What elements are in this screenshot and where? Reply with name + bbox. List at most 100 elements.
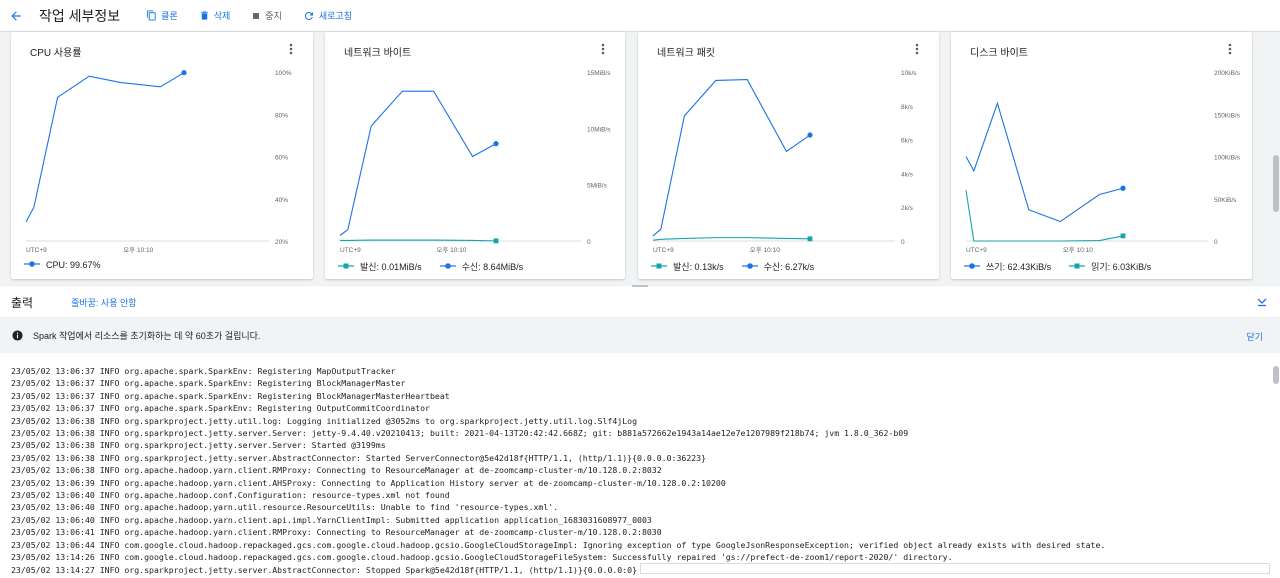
refresh-icon bbox=[304, 11, 313, 20]
charts-scrollbar[interactable] bbox=[1273, 155, 1279, 212]
x-tick-label: 오후 10:10 bbox=[1063, 246, 1093, 254]
chart-legend: 발신: 0.13k/s 수신: 6.27k/s bbox=[651, 260, 832, 273]
series-end-marker bbox=[807, 132, 813, 138]
log-line: 23/05/02 13:06:38 INFO org.sparkproject.… bbox=[11, 440, 386, 451]
series-end-marker bbox=[493, 238, 499, 244]
legend-item: CPU: 99.67% bbox=[24, 260, 101, 270]
job-details-toolbar: 작업 세부정보 클론 삭제 중지 새로고침 bbox=[0, 0, 1280, 32]
back-button[interactable] bbox=[2, 2, 30, 30]
log-line: 23/05/02 13:06:38 INFO org.sparkproject.… bbox=[11, 452, 707, 463]
log-line: 23/05/02 13:06:40 INFO org.apache.hadoop… bbox=[11, 502, 559, 513]
monitoring-charts: CPU 사용률 100% 80% 60% 40% 20% UTC+9 오후 10:10 CP… bbox=[0, 32, 1280, 286]
info-banner: Spark 작업에서 리소스를 초기화하는 데 약 60초가 걸립니다. 닫기 bbox=[0, 317, 1280, 353]
series-line-쓰기 bbox=[965, 101, 1124, 223]
legend-swatch bbox=[651, 262, 667, 272]
stop-button[interactable]: 중지 bbox=[251, 9, 282, 22]
log-line: 23/05/02 13:06:37 INFO org.apache.spark.… bbox=[11, 378, 406, 389]
y-tick-label: 100KiB/s bbox=[1214, 155, 1241, 162]
y-tick-label: 50KiB/s bbox=[1214, 197, 1237, 204]
log-line: 23/05/02 13:06:40 INFO org.apache.hadoop… bbox=[11, 514, 652, 525]
delete-button[interactable]: 삭제 bbox=[199, 9, 230, 22]
chart-legend: CPU: 99.67% bbox=[24, 260, 119, 270]
log-line: 23/05/02 13:06:37 INFO org.apache.spark.… bbox=[11, 390, 450, 401]
series-end-marker bbox=[1120, 185, 1126, 191]
legend-text: CPU: 99.67% bbox=[46, 260, 101, 270]
line-wrap-toggle[interactable]: 줄바꿈: 사용 안함 bbox=[71, 296, 136, 309]
x-tick-label: UTC+9 bbox=[340, 247, 361, 254]
legend-item: 쓰기: 62.43KiB/s bbox=[964, 260, 1051, 273]
y-tick-label: 40% bbox=[275, 197, 288, 204]
chart-plot: 15MiB/s 10MiB/s 5MiB/s 0 UTC+9 오후 10:10 bbox=[339, 70, 611, 254]
dismiss-banner-button[interactable]: 닫기 bbox=[1246, 330, 1263, 343]
x-tick-label: 오후 10:10 bbox=[123, 246, 153, 254]
stop-icon bbox=[253, 12, 260, 19]
x-tick-label: UTC+9 bbox=[966, 247, 987, 254]
trash-icon bbox=[201, 11, 208, 20]
y-tick-label: 15MiB/s bbox=[587, 70, 611, 77]
log-line: 23/05/02 13:06:44 INFO com.google.cloud.… bbox=[11, 539, 1106, 550]
chevron-down-icon bbox=[1257, 298, 1267, 307]
copy-icon bbox=[147, 10, 156, 21]
legend-swatch bbox=[338, 262, 354, 272]
collapse-output-button[interactable] bbox=[1256, 295, 1268, 313]
legend-text: 읽기: 6.03KiB/s bbox=[1091, 262, 1152, 272]
banner-message: Spark 작업에서 리소스를 초기화하는 데 약 60초가 걸립니다. bbox=[33, 330, 261, 341]
log-line: 23/05/02 13:06:38 INFO org.sparkproject.… bbox=[11, 415, 638, 426]
log-line: 23/05/02 13:06:38 INFO org.sparkproject.… bbox=[11, 428, 909, 439]
log-lines: 23/05/02 13:06:37 INFO org.apache.spark.… bbox=[11, 365, 1105, 576]
y-tick-label: 10MiB/s bbox=[587, 126, 611, 133]
log-line: 23/05/02 13:06:39 INFO org.apache.hadoop… bbox=[11, 477, 726, 488]
x-tick-label: 오후 10:10 bbox=[436, 246, 466, 254]
series-end-marker bbox=[807, 236, 813, 242]
log-line: 23/05/02 13:06:40 INFO org.apache.hadoop… bbox=[11, 490, 450, 501]
chart-plot: 100% 80% 60% 40% 20% UTC+9 오후 10:10 bbox=[25, 70, 292, 254]
legend-text: 발신: 0.01MiB/s bbox=[360, 262, 422, 272]
series-end-marker bbox=[493, 141, 499, 147]
output-header: 출력 줄바꿈: 사용 안함 bbox=[0, 287, 1280, 317]
y-tick-label: 150KiB/s bbox=[1214, 112, 1241, 119]
log-line: 23/05/02 13:06:41 INFO org.apache.hadoop… bbox=[11, 527, 662, 538]
info-icon bbox=[12, 329, 23, 341]
legend-text: 수신: 6.27k/s bbox=[763, 262, 815, 272]
y-tick-label: 6k/s bbox=[901, 138, 914, 145]
x-tick-label: 오후 10:10 bbox=[750, 246, 780, 254]
log-line: 23/05/02 13:06:37 INFO org.apache.spark.… bbox=[11, 403, 430, 414]
clone-label: 클론 bbox=[161, 11, 178, 21]
x-tick-label: UTC+9 bbox=[26, 247, 47, 254]
y-tick-label: 4k/s bbox=[901, 171, 914, 178]
refresh-button[interactable]: 새로고침 bbox=[303, 9, 352, 22]
log-line: 23/05/02 13:06:38 INFO org.apache.hadoop… bbox=[11, 465, 662, 476]
x-tick-label: UTC+9 bbox=[653, 247, 674, 254]
legend-item: 수신: 8.64MiB/s bbox=[439, 260, 524, 273]
legend-swatch bbox=[741, 262, 758, 272]
y-tick-label: 60% bbox=[275, 155, 288, 162]
log-selection-highlight bbox=[640, 563, 1270, 574]
series-line-수신 bbox=[339, 90, 497, 236]
legend-item: 수신: 6.27k/s bbox=[741, 260, 815, 273]
legend-item: 발신: 0.13k/s bbox=[651, 260, 724, 273]
y-tick-label: 5MiB/s bbox=[587, 183, 608, 190]
log-scrollbar[interactable] bbox=[1273, 366, 1279, 384]
series-end-marker bbox=[1120, 233, 1126, 239]
legend-text: 쓰기: 62.43KiB/s bbox=[986, 262, 1052, 272]
legend-text: 수신: 8.64MiB/s bbox=[461, 262, 524, 272]
log-line: 23/05/02 13:14:26 INFO com.google.cloud.… bbox=[11, 552, 953, 563]
y-tick-label: 2k/s bbox=[901, 205, 914, 212]
chart-card-network-packets: 네트워크 패킷 10k/s 8k/s 6k/s 4k/s 2k/s 0 UTC+9 오후 10… bbox=[638, 32, 939, 279]
series-end-marker bbox=[181, 70, 187, 76]
y-tick-label: 0 bbox=[587, 239, 591, 246]
y-tick-label: 8k/s bbox=[901, 104, 914, 111]
legend-item: 읽기: 6.03KiB/s bbox=[1069, 260, 1151, 273]
y-tick-label: 0 bbox=[1214, 239, 1218, 246]
series-line-수신 bbox=[652, 79, 811, 237]
legend-swatch bbox=[1069, 262, 1086, 272]
clone-button[interactable]: 클론 bbox=[146, 9, 178, 22]
y-tick-label: 200KiB/s bbox=[1214, 70, 1241, 77]
refresh-label: 새로고침 bbox=[318, 11, 352, 21]
legend-swatch bbox=[24, 260, 40, 270]
arrow-back-icon bbox=[11, 10, 21, 21]
y-tick-label: 20% bbox=[275, 239, 288, 246]
chart-plot: 10k/s 8k/s 6k/s 4k/s 2k/s 0 UTC+9 오후 10:10 bbox=[652, 70, 917, 254]
chart-legend: 쓰기: 62.43KiB/s 읽기: 6.03KiB/s bbox=[964, 260, 1169, 273]
chart-legend: 발신: 0.01MiB/s 수신: 8.64MiB/s bbox=[338, 260, 541, 273]
